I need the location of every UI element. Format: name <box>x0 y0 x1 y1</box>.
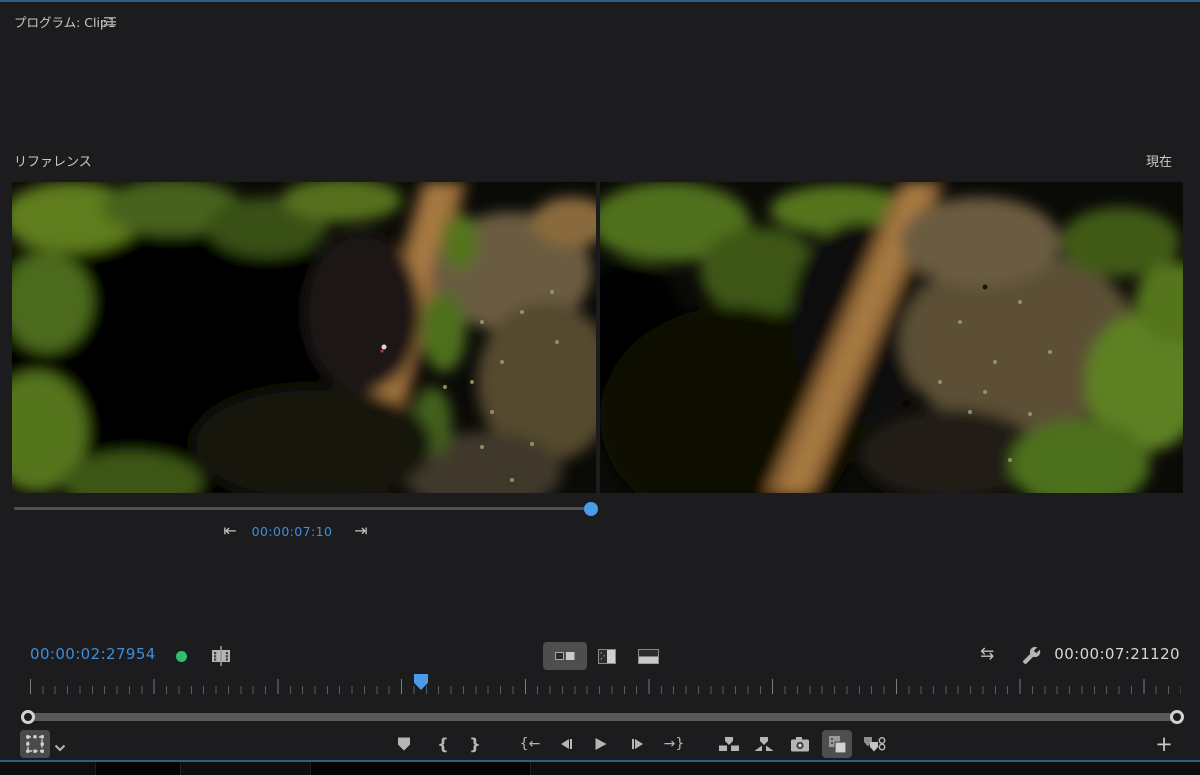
split-view-button[interactable] <box>210 646 232 670</box>
compare-labels-row: リファレンス 現在 <box>0 151 1200 171</box>
transform-box-button[interactable] <box>20 730 50 758</box>
playhead-marker[interactable] <box>414 674 428 690</box>
zoom-scrollbar-left-handle[interactable] <box>21 710 35 724</box>
panel-strip-segment <box>310 762 530 775</box>
wrench-icon <box>1022 646 1041 665</box>
go-to-in-button[interactable]: {← <box>520 736 541 752</box>
go-to-out-button[interactable]: →} <box>664 736 685 752</box>
reference-label: リファレンス <box>14 151 92 170</box>
step-back-button[interactable] <box>561 739 573 749</box>
reference-nudge-row: ⇤ 00:00:07:10 ⇥ <box>0 520 620 544</box>
marker-icon <box>398 738 410 751</box>
dropped-frame-indicator[interactable] <box>176 651 187 662</box>
previous-edit-button[interactable]: ⇤ <box>223 520 236 542</box>
comparison-view-button[interactable] <box>822 730 852 758</box>
horizontal-split-mode-button[interactable] <box>634 642 662 670</box>
horizontal-split-icon <box>638 649 659 664</box>
reference-position-timecode[interactable]: 00:00:07:10 <box>252 520 333 544</box>
mark-in-button[interactable]: { <box>437 735 448 754</box>
side-by-side-mode-button[interactable] <box>543 642 587 670</box>
current-video[interactable] <box>600 182 1183 493</box>
insert-icon <box>718 736 740 752</box>
insert-button[interactable] <box>718 736 740 752</box>
zoom-scrollbar-track[interactable] <box>28 713 1178 721</box>
comparison-video-area <box>12 182 1183 493</box>
zoom-scrollbar[interactable] <box>0 710 1200 724</box>
overwrite-icon <box>753 736 775 752</box>
step-forward-button[interactable] <box>631 739 643 749</box>
vertical-split-icon <box>598 649 616 664</box>
panel-strip-segment <box>95 762 180 775</box>
marker-link-button[interactable] <box>862 735 886 753</box>
settings-wrench-button[interactable] <box>1022 646 1041 669</box>
playhead-timecode[interactable]: 00:00:02:27954 <box>30 645 156 663</box>
step-forward-icon <box>635 739 643 749</box>
transport-controls: { } {← →} <box>0 728 1200 760</box>
comparison-slider-handle[interactable] <box>584 502 598 516</box>
overwrite-button[interactable] <box>753 736 775 752</box>
panel-header: プログラム: Clip1 <box>0 8 1200 32</box>
play-icon <box>596 738 607 750</box>
duration-timecode: 00:00:07:21120 <box>1054 645 1180 663</box>
split-film-icon <box>210 646 232 666</box>
vertical-split-mode-button[interactable] <box>594 642 620 670</box>
current-label: 現在 <box>1146 151 1172 170</box>
zoom-scrollbar-right-handle[interactable] <box>1170 710 1184 724</box>
reference-video[interactable] <box>12 182 596 493</box>
panel-focus-border-top <box>0 0 1200 2</box>
panel-title: プログラム: Clip1 <box>14 12 116 31</box>
swap-sides-button[interactable]: ⇆ <box>980 644 994 664</box>
export-frame-button[interactable] <box>790 736 810 753</box>
camera-icon <box>790 736 810 753</box>
side-by-side-icon <box>554 649 576 663</box>
lower-panel-edge <box>0 762 1200 775</box>
button-editor-button[interactable]: + <box>1155 732 1173 756</box>
comparison-slider-track[interactable] <box>14 507 591 510</box>
next-edit-button[interactable]: ⇥ <box>354 520 367 542</box>
comparison-view-icon <box>827 734 847 754</box>
timeline-ruler[interactable] <box>0 674 1200 694</box>
panel-menu-icon[interactable] <box>104 17 116 26</box>
program-monitor-panel: プログラム: Clip1 リファレンス 現在 <box>0 0 1200 775</box>
mark-out-button[interactable]: } <box>469 735 480 754</box>
monitor-status-row: 00:00:02:27954 <box>0 642 1200 670</box>
step-back-icon <box>561 739 569 749</box>
comparison-slider[interactable] <box>0 501 620 517</box>
transform-box-dropdown-chevron[interactable] <box>54 737 66 756</box>
play-button[interactable] <box>596 738 607 750</box>
chevron-down-icon <box>54 744 66 752</box>
add-marker-button[interactable] <box>398 738 410 751</box>
marker-link-icon <box>862 735 886 753</box>
transform-box-icon <box>25 734 45 754</box>
